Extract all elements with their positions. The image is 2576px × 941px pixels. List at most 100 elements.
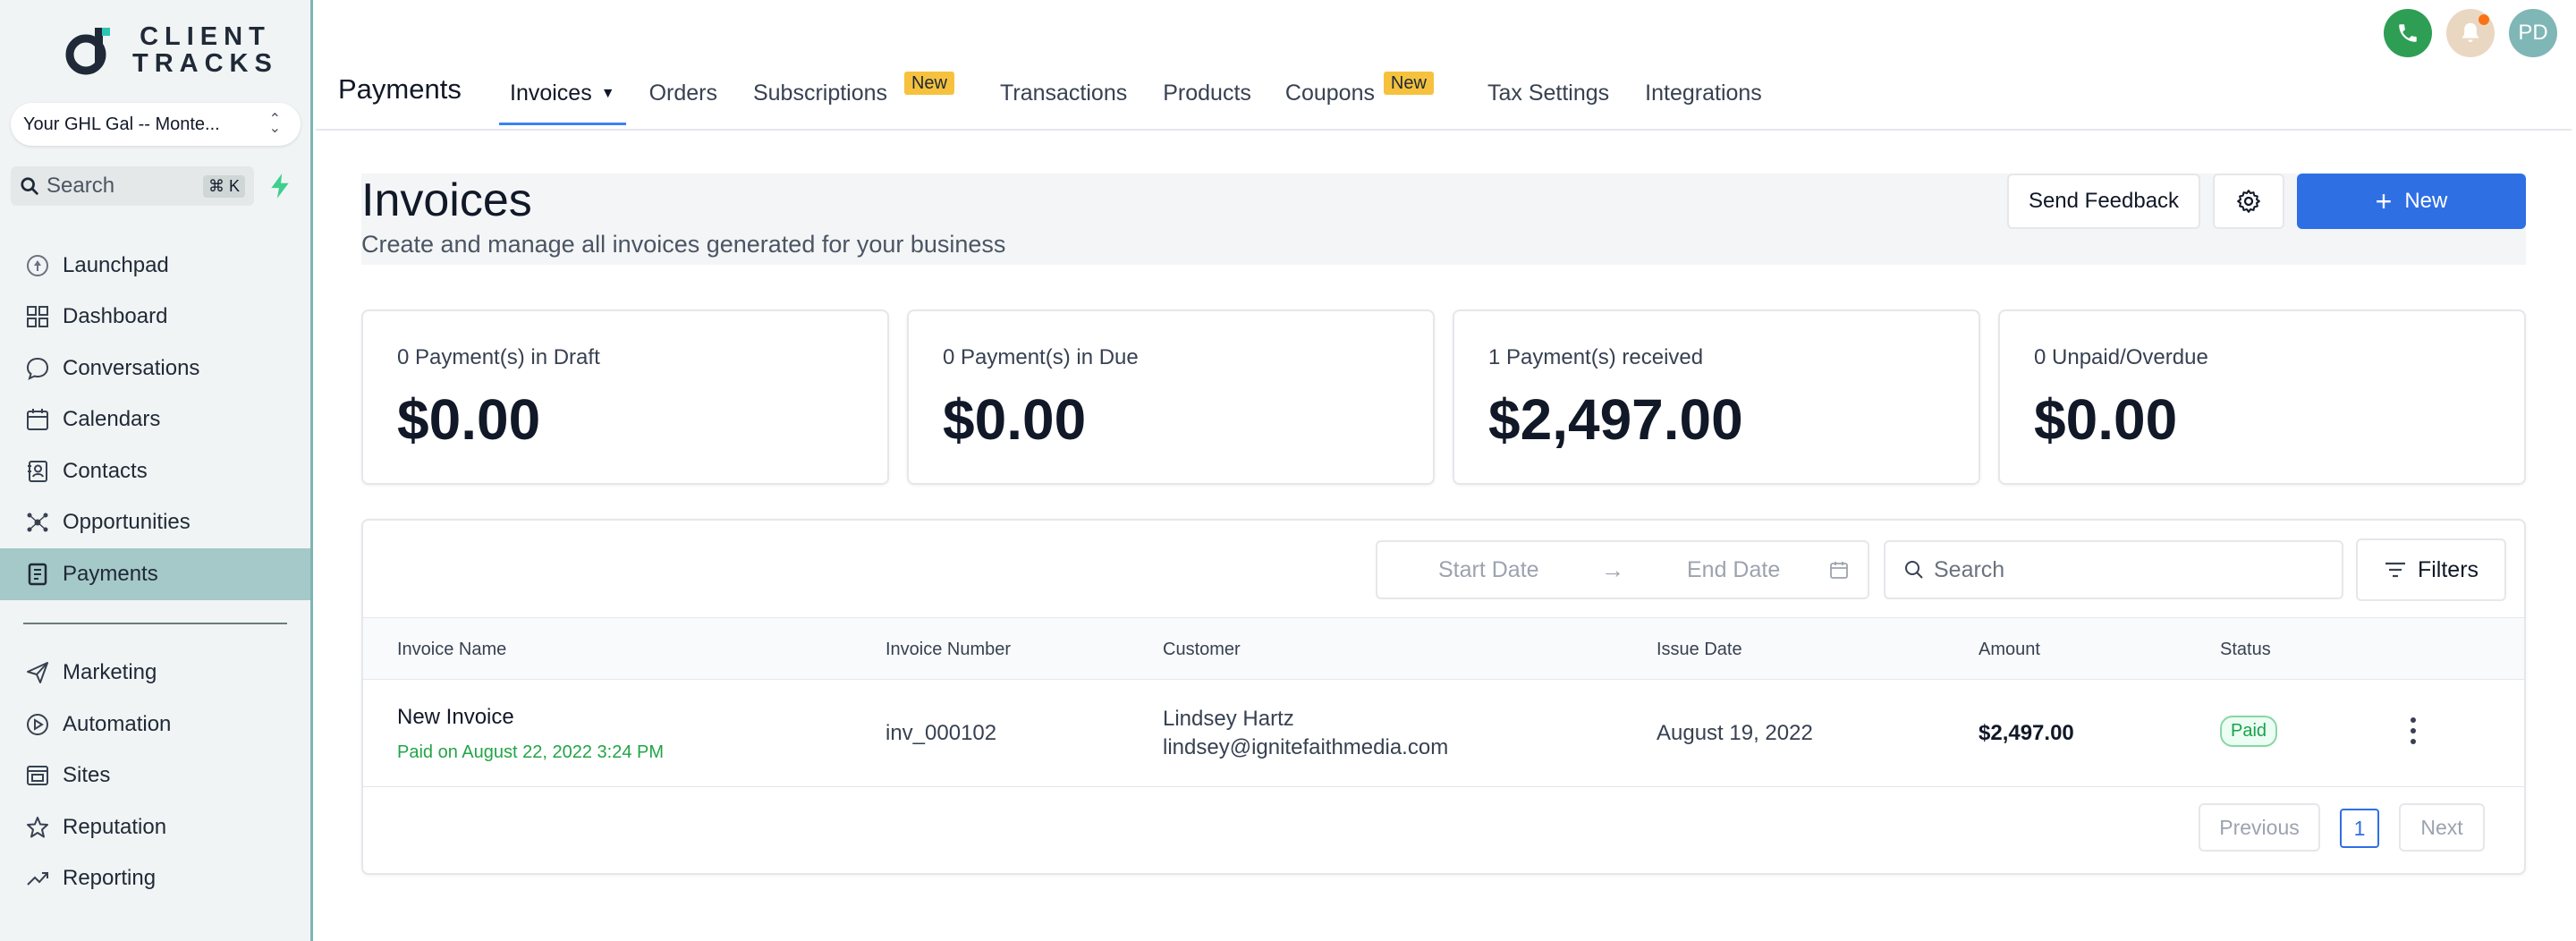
sidebar-item-label: Contacts [63, 458, 148, 483]
tab-transactions[interactable]: Transactions [1000, 63, 1127, 125]
summary-card-received: 1 Payment(s) received $2,497.00 [1453, 309, 1980, 485]
search-shortcut-badge: ⌘ K [202, 174, 245, 198]
notification-dot [2479, 14, 2489, 25]
date-range-picker[interactable]: Start Date → End Date [1376, 540, 1869, 599]
summary-card-label: 0 Unpaid/Overdue [2034, 345, 2208, 369]
tab-label: Subscriptions [752, 81, 888, 106]
settings-button[interactable] [2213, 174, 2284, 229]
customer-email: lindsey@ignitefaithmedia.com [1163, 735, 1449, 759]
trend-icon [27, 872, 48, 886]
sidebar-divider [23, 622, 287, 624]
automation-icon [27, 713, 48, 735]
table-row[interactable]: New Invoice Paid on August 22, 2022 3:24… [363, 682, 2524, 787]
sidebar-item-label: Sites [63, 763, 111, 788]
summary-card-label: 0 Payment(s) in Draft [397, 345, 600, 369]
sidebar-item-payments[interactable]: Payments [0, 548, 310, 600]
sidebar-item-launchpad[interactable]: Launchpad [0, 240, 310, 292]
next-page-button[interactable]: Next [2399, 803, 2485, 852]
sidebar-item-calendars[interactable]: Calendars [0, 394, 310, 446]
sidebar-item-automation[interactable]: Automation [0, 699, 310, 750]
summary-card-value: $0.00 [2034, 387, 2178, 452]
status-badge: Paid [2220, 716, 2278, 747]
filter-lines-icon [2385, 562, 2405, 578]
phone-icon [2399, 24, 2417, 42]
tab-coupons[interactable]: Coupons New [1284, 63, 1434, 125]
new-badge: New [903, 72, 954, 95]
sidebar-item-conversations[interactable]: Conversations [0, 343, 310, 394]
page-number: 1 [2353, 816, 2366, 840]
brand-line-2: TRACKS [132, 49, 278, 78]
lightning-icon[interactable] [268, 173, 292, 199]
send-feedback-button[interactable]: Send Feedback [2007, 174, 2200, 229]
column-header-invoice-number[interactable]: Invoice Number [886, 640, 1011, 660]
tab-label: Integrations [1645, 81, 1762, 106]
page-title: Invoices [361, 174, 532, 226]
page-number-button[interactable]: 1 [2340, 809, 2379, 848]
sidebar-item-label: Reporting [63, 866, 157, 891]
calendar-icon [27, 409, 48, 431]
search-icon [21, 177, 39, 196]
tab-invoices[interactable]: Invoices ▼ [499, 63, 626, 125]
tab-label: Invoices [510, 81, 592, 106]
brand-logo[interactable]: CLIENT TRACKS [63, 23, 278, 77]
sidebar-item-opportunities[interactable]: Opportunities [0, 497, 310, 549]
invoices-header: Invoices Create and manage all invoices … [361, 174, 2526, 265]
top-bar: Payments Invoices ▼ Orders Subscriptions … [316, 0, 2572, 131]
column-header-amount[interactable]: Amount [1979, 640, 2040, 660]
avatar-initials: PD [2518, 21, 2548, 45]
customer-name: Lindsey Hartz [1163, 707, 1294, 731]
next-label: Next [2420, 815, 2463, 839]
issue-date: August 19, 2022 [1657, 721, 1813, 745]
account-switcher[interactable]: Your GHL Gal -- Monte... ⌃ ⌄ [11, 103, 301, 146]
table-header: Invoice Name Invoice Number Customer Iss… [363, 617, 2524, 680]
new-invoice-button[interactable]: + New [2297, 174, 2526, 229]
avatar[interactable]: PD [2509, 9, 2557, 57]
client-tracks-logo-icon [65, 28, 110, 75]
payments-icon [28, 563, 47, 585]
plus-icon: + [2375, 184, 2393, 217]
search-icon [1905, 561, 1923, 579]
sidebar-item-reporting[interactable]: Reporting [0, 853, 310, 905]
sidebar-item-dashboard[interactable]: Dashboard [0, 292, 310, 343]
previous-page-button[interactable]: Previous [2199, 803, 2320, 852]
tab-products[interactable]: Products [1163, 63, 1251, 125]
start-date-input[interactable]: Start Date [1438, 557, 1539, 583]
brand-line-1: CLIENT [140, 22, 271, 51]
column-header-issue-date[interactable]: Issue Date [1657, 640, 1742, 660]
contacts-icon [28, 460, 47, 482]
tab-subscriptions[interactable]: Subscriptions New [752, 63, 954, 125]
column-header-customer[interactable]: Customer [1163, 640, 1241, 660]
tab-integrations[interactable]: Integrations [1645, 63, 1762, 125]
sidebar-item-contacts[interactable]: Contacts [0, 445, 310, 497]
filters-button[interactable]: Filters [2356, 538, 2506, 601]
summary-card-label: 0 Payment(s) in Due [943, 345, 1139, 369]
sidebar-item-sites[interactable]: Sites [0, 750, 310, 802]
invoice-search-input[interactable]: Search [1884, 540, 2343, 599]
tab-label: Transactions [1000, 81, 1128, 106]
gear-icon [2237, 190, 2260, 213]
sidebar-search[interactable]: Search ⌘ K [11, 166, 254, 206]
column-header-status[interactable]: Status [2220, 640, 2271, 660]
phone-button[interactable] [2384, 9, 2432, 57]
notifications-button[interactable] [2446, 9, 2495, 57]
invoice-name[interactable]: New Invoice [397, 705, 514, 730]
summary-card-draft: 0 Payment(s) in Draft $0.00 [361, 309, 889, 485]
tab-orders[interactable]: Orders [649, 63, 717, 125]
chat-icon [26, 357, 49, 380]
tab-tax-settings[interactable]: Tax Settings [1487, 63, 1609, 125]
payments-tabs: Invoices ▼ Orders Subscriptions New Trans… [499, 63, 1762, 125]
row-more-options-icon[interactable] [2406, 717, 2420, 744]
tab-label: Coupons [1284, 81, 1375, 106]
sidebar-item-reputation[interactable]: Reputation [0, 801, 310, 853]
end-date-input[interactable]: End Date [1687, 557, 1780, 583]
new-badge: New [1383, 72, 1434, 95]
sidebar: CLIENT TRACKS Your GHL Gal -- Monte... ⌃… [0, 0, 313, 941]
sidebar-item-marketing[interactable]: Marketing [0, 648, 310, 699]
column-header-invoice-name[interactable]: Invoice Name [397, 640, 506, 660]
chevron-updown-icon: ⌃ ⌄ [268, 112, 281, 136]
invoice-amount: $2,497.00 [1979, 721, 2074, 745]
dashboard-icon [27, 306, 48, 328]
sidebar-item-label: Opportunities [63, 510, 191, 535]
summary-card-value: $2,497.00 [1488, 387, 1743, 452]
summary-cards: 0 Payment(s) in Draft $0.00 0 Payment(s)… [361, 309, 2526, 485]
